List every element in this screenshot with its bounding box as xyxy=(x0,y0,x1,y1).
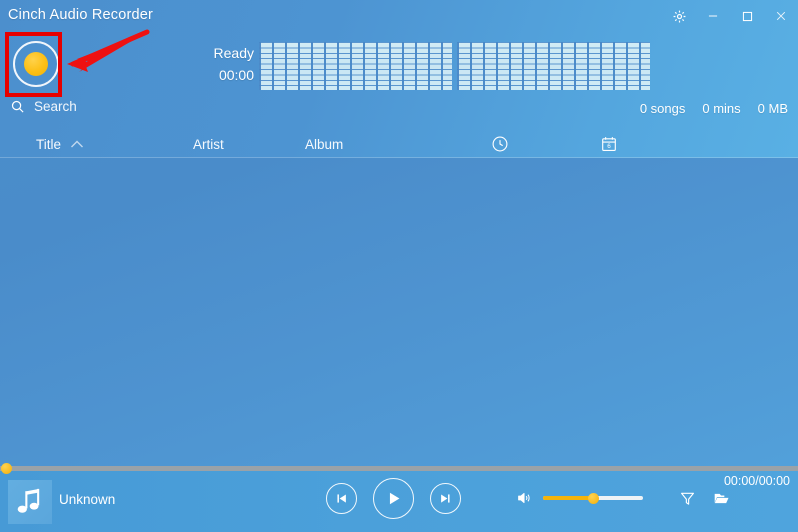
previous-icon xyxy=(337,494,346,503)
window-controls xyxy=(668,6,792,26)
column-label-album: Album xyxy=(305,136,344,152)
previous-button[interactable] xyxy=(326,483,357,514)
column-header-title[interactable]: Title xyxy=(36,130,84,158)
playback-progress-knob[interactable] xyxy=(1,463,12,474)
open-folder-button[interactable] xyxy=(710,488,732,508)
search-placeholder: Search xyxy=(34,99,77,114)
column-label-title: Title xyxy=(36,136,62,152)
recorder-status: Ready 00:00 xyxy=(186,42,254,86)
volume-control xyxy=(515,490,643,506)
minimize-icon[interactable] xyxy=(702,6,724,26)
status-text: Ready xyxy=(213,45,254,61)
music-note-icon xyxy=(17,488,40,513)
column-header-duration[interactable] xyxy=(491,130,509,158)
column-label-artist: Artist xyxy=(193,136,224,152)
volume-slider[interactable] xyxy=(543,492,643,504)
visualizer-left-channel xyxy=(259,42,452,90)
elapsed-time: 00:00 xyxy=(218,67,254,83)
sort-ascending-icon xyxy=(71,140,84,148)
player-bar: Unknown 00:00/00:00 xyxy=(0,463,798,532)
stat-size: 0 MB xyxy=(757,101,788,116)
column-header-artist[interactable]: Artist xyxy=(193,130,224,158)
play-button[interactable] xyxy=(373,478,414,519)
clock-icon xyxy=(492,136,508,152)
visualizer-right-channel xyxy=(457,42,650,90)
column-header-date[interactable]: 6 xyxy=(600,130,618,158)
search-icon xyxy=(11,100,24,113)
gear-icon[interactable] xyxy=(668,6,690,26)
stat-minutes: 0 mins xyxy=(702,101,741,116)
column-header-album[interactable]: Album xyxy=(305,130,343,158)
svg-text:6: 6 xyxy=(607,143,611,150)
album-art xyxy=(8,480,52,524)
next-icon xyxy=(441,494,450,503)
transport-controls xyxy=(326,478,461,519)
record-button[interactable] xyxy=(13,41,59,87)
funnel-icon xyxy=(680,492,694,505)
record-dot-icon xyxy=(24,52,48,76)
playback-time: 00:00/00:00 xyxy=(723,474,790,488)
folder-icon xyxy=(714,493,729,503)
next-button[interactable] xyxy=(430,483,461,514)
record-button-area xyxy=(7,33,59,95)
calendar-icon: 6 xyxy=(602,137,616,151)
playback-progress-bar[interactable] xyxy=(0,463,798,474)
stat-songs: 0 songs xyxy=(639,101,686,116)
close-icon[interactable] xyxy=(770,6,792,26)
title-bar: Cinch Audio Recorder xyxy=(0,0,798,30)
volume-slider-knob[interactable] xyxy=(587,492,599,504)
filter-button[interactable] xyxy=(676,488,698,508)
play-icon xyxy=(389,492,400,505)
maximize-icon[interactable] xyxy=(736,6,758,26)
volume-slider-fill xyxy=(543,496,593,500)
speaker-icon[interactable] xyxy=(515,490,533,506)
search-input[interactable]: Search xyxy=(10,99,77,114)
column-headers: Title Artist Album 6 xyxy=(0,130,798,158)
library-stats: 0 songs 0 mins 0 MB xyxy=(640,101,788,116)
app-window: Cinch Audio Recorder Ready 00:00 Search … xyxy=(0,0,798,532)
track-list[interactable] xyxy=(0,158,798,466)
app-title: Cinch Audio Recorder xyxy=(8,7,154,23)
current-track-title: Unknown xyxy=(59,492,116,507)
